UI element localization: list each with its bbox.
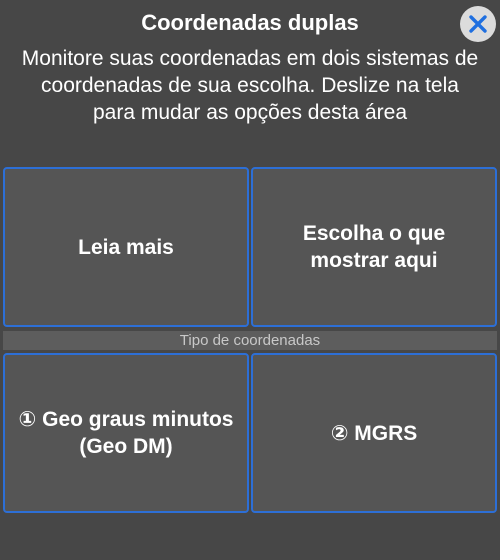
coordinate-system-2-button[interactable]: ② MGRS bbox=[251, 353, 497, 513]
close-x-icon bbox=[469, 15, 487, 33]
close-button[interactable] bbox=[460, 6, 496, 42]
choose-display-button[interactable]: Escolha o que mostrar aqui bbox=[251, 167, 497, 327]
coordinate-system-2-label: ② MGRS bbox=[330, 421, 418, 445]
dual-coordinates-overlay: Coordenadas duplas Monitore suas coorden… bbox=[0, 0, 500, 560]
dialog-description: Monitore suas coordenadas em dois sistem… bbox=[21, 47, 479, 124]
read-more-label: Leia mais bbox=[78, 235, 174, 259]
read-more-button[interactable]: Leia mais bbox=[3, 167, 249, 327]
coordinate-system-1-button[interactable]: ① Geo graus minutos (Geo DM) bbox=[3, 353, 249, 513]
coordinate-type-label: Tipo de coordenadas bbox=[3, 331, 497, 350]
dialog-title: Coordenadas duplas bbox=[141, 10, 359, 35]
coordinate-system-1-label: ① Geo graus minutos (Geo DM) bbox=[18, 408, 234, 458]
choose-display-label: Escolha o que mostrar aqui bbox=[302, 222, 446, 272]
